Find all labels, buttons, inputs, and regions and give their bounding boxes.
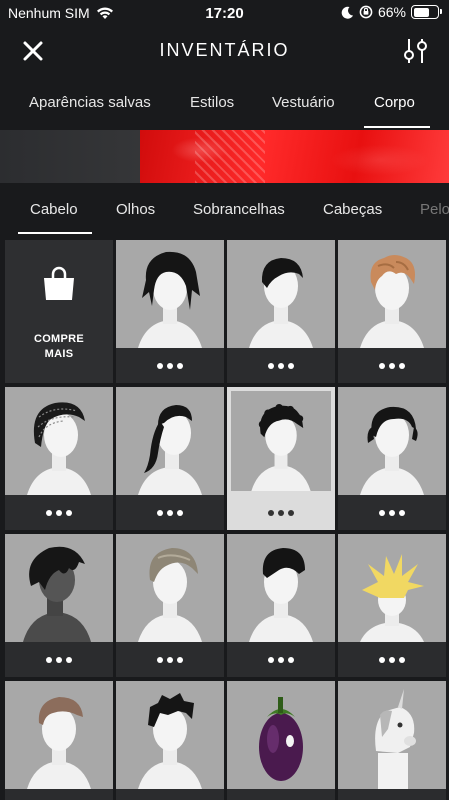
shopping-bag-icon <box>44 266 74 300</box>
item-options-button[interactable] <box>338 495 446 530</box>
eggplant-head-thumbnail <box>259 697 303 781</box>
item-options-button[interactable] <box>227 348 335 383</box>
item-options-button[interactable] <box>5 642 113 677</box>
item-tile[interactable] <box>116 534 224 677</box>
active-tab-indicator <box>364 126 430 128</box>
item-tile[interactable] <box>5 534 113 677</box>
item-options-button[interactable] <box>116 348 224 383</box>
item-options-button[interactable] <box>227 495 335 530</box>
unicorn-head-thumbnail <box>375 689 416 789</box>
braided-cornrows-hair-thumbnail <box>27 402 91 495</box>
item-tile[interactable] <box>116 240 224 383</box>
subtab-cabecas[interactable]: Cabeças <box>323 201 382 218</box>
item-options-button[interactable] <box>116 789 224 800</box>
subtab-pelo[interactable]: Pelo <box>420 201 449 218</box>
shaggy-black-hair-thumbnail <box>138 251 202 348</box>
tab-corpo[interactable]: Corpo <box>374 94 415 111</box>
item-options-button[interactable] <box>338 789 446 800</box>
tab-aparencias-salvas[interactable]: Aparências salvas <box>29 94 151 111</box>
item-options-button[interactable] <box>227 642 335 677</box>
item-tile[interactable] <box>338 681 446 800</box>
moon-icon <box>341 6 353 19</box>
brown-quiff-hair-thumbnail <box>27 697 91 789</box>
item-options-button[interactable] <box>227 789 335 800</box>
item-grid: COMPRE MAIS <box>5 240 446 800</box>
curly-black-hair-thumbnail <box>231 391 331 491</box>
item-tile[interactable] <box>5 681 113 800</box>
item-options-button[interactable] <box>5 789 113 800</box>
item-tile[interactable] <box>227 534 335 677</box>
item-tile[interactable] <box>116 681 224 800</box>
yellow-spiky-hair-thumbnail <box>360 554 424 642</box>
item-options-button[interactable] <box>116 495 224 530</box>
item-options-button[interactable] <box>116 642 224 677</box>
promo-banner[interactable] <box>0 130 449 183</box>
short-black-waves-hair-thumbnail <box>360 406 424 495</box>
item-tile[interactable] <box>227 681 335 800</box>
item-tile[interactable] <box>116 387 224 530</box>
black-spiky-hair-thumbnail <box>138 693 202 789</box>
item-tile[interactable] <box>338 387 446 530</box>
battery-percent: 66% <box>377 4 406 20</box>
subtab-cabelo[interactable]: Cabelo <box>30 201 78 218</box>
main-tabs: Aparências salvas Estilos Vestuário Corp… <box>0 86 449 128</box>
wavy-brown-hair-thumbnail <box>360 255 424 348</box>
black-ponytail-hair-thumbnail <box>138 405 202 495</box>
item-tile[interactable] <box>5 387 113 530</box>
tab-vestuario[interactable]: Vestuário <box>272 94 335 111</box>
tab-estilos[interactable]: Estilos <box>190 94 234 111</box>
black-fringe-hair-thumbnail <box>249 258 313 348</box>
orientation-lock-icon <box>359 5 373 19</box>
category-tabs: Cabelo Olhos Sobrancelhas Cabeças Pelo <box>0 183 449 235</box>
page-title: INVENTÁRIO <box>159 40 290 60</box>
gray-side-swept-hair-thumbnail <box>138 548 202 642</box>
active-subtab-indicator <box>18 232 92 234</box>
subtab-sobrancelhas[interactable]: Sobrancelhas <box>193 201 285 218</box>
item-options-button[interactable] <box>338 642 446 677</box>
messy-black-hair-dark-avatar-thumbnail <box>23 546 91 642</box>
item-tile[interactable] <box>338 534 446 677</box>
subtab-olhos[interactable]: Olhos <box>116 201 155 218</box>
item-tile-selected[interactable] <box>227 387 335 530</box>
shop-more-label: COMPRE MAIS <box>33 333 85 360</box>
black-undercut-hair-thumbnail <box>249 548 313 642</box>
item-tile[interactable] <box>227 240 335 383</box>
sliders-icon[interactable] <box>401 36 431 66</box>
header: INVENTÁRIO <box>0 26 449 76</box>
item-tile[interactable] <box>338 240 446 383</box>
battery-icon <box>411 5 442 19</box>
shop-more-tile[interactable]: COMPRE MAIS <box>5 240 113 383</box>
status-bar: Nenhum SIM 17:20 66% <box>0 0 449 26</box>
item-options-button[interactable] <box>5 495 113 530</box>
item-options-button[interactable] <box>338 348 446 383</box>
